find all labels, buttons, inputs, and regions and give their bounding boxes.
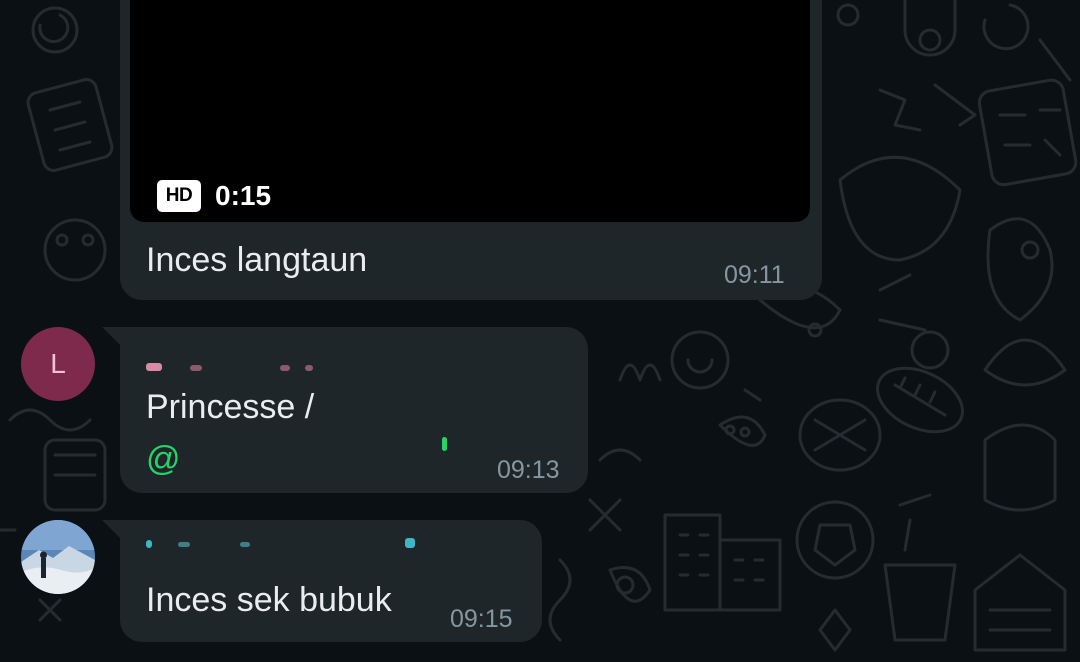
chat-area[interactable]: HD 0:15 Inces langtaun 09:11 L Princesse… bbox=[0, 0, 1080, 662]
sender-name-redacted bbox=[405, 538, 415, 548]
message-time: 09:11 bbox=[724, 261, 785, 289]
message-time: 09:13 bbox=[497, 456, 560, 484]
sender-avatar-photo[interactable] bbox=[21, 520, 95, 594]
sender-name-redacted bbox=[190, 365, 202, 371]
mention-redacted bbox=[442, 437, 447, 451]
video-caption: Inces langtaun bbox=[146, 241, 368, 279]
message-text: Inces sek bubuk bbox=[146, 581, 392, 619]
sender-name-redacted bbox=[280, 365, 290, 371]
landscape-photo-icon bbox=[21, 520, 95, 594]
message-bubble[interactable]: Inces sek bubuk 09:15 bbox=[102, 520, 542, 642]
sender-name-redacted bbox=[146, 540, 152, 548]
sender-name-redacted bbox=[146, 363, 162, 371]
video-duration: 0:15 bbox=[215, 180, 272, 211]
video-thumbnail[interactable]: HD 0:15 bbox=[130, 0, 810, 222]
sender-name-redacted bbox=[240, 542, 250, 547]
sender-name-redacted bbox=[178, 542, 190, 547]
mention-link[interactable]: @ bbox=[146, 439, 181, 479]
message-text: Princesse / bbox=[146, 388, 315, 426]
sender-name-redacted bbox=[305, 365, 313, 371]
sender-avatar[interactable]: L bbox=[21, 327, 95, 401]
video-message-bubble[interactable]: HD 0:15 Inces langtaun 09:11 bbox=[120, 0, 822, 300]
message-bubble[interactable]: Princesse / @ 09:13 bbox=[102, 327, 588, 493]
message-time: 09:15 bbox=[450, 605, 513, 633]
hd-badge: HD bbox=[157, 180, 201, 212]
